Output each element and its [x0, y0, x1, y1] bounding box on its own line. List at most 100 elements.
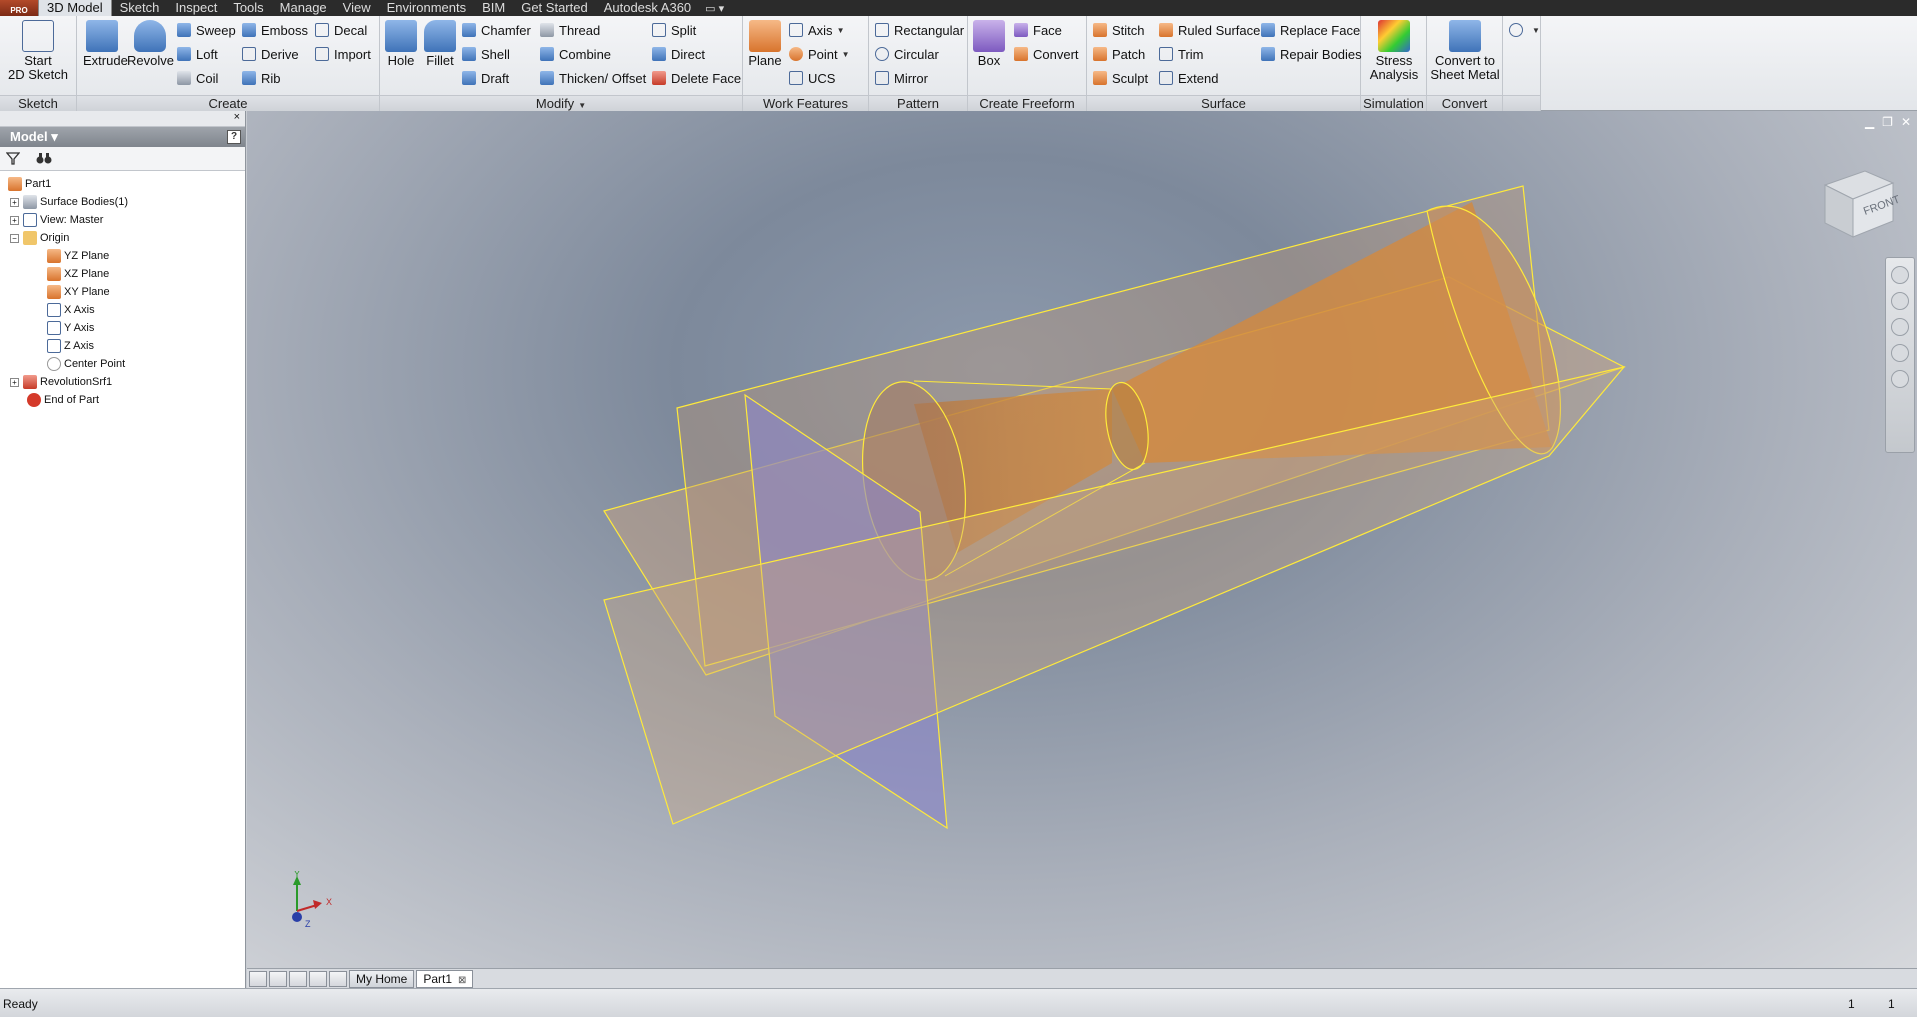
box-button[interactable]: Box	[972, 20, 1006, 68]
split-button[interactable]: Split	[652, 20, 696, 40]
find-binoculars-icon[interactable]	[36, 152, 52, 165]
browser-title-bar[interactable]: Model ▾ ?	[0, 127, 245, 147]
hole-button[interactable]: Hole	[384, 20, 418, 68]
delete-face-button[interactable]: Delete Face	[652, 68, 741, 88]
work-axis-icon	[47, 339, 61, 353]
tile-windows-icon[interactable]	[249, 970, 267, 987]
thicken-offset-button[interactable]: Thicken/ Offset	[540, 68, 646, 88]
convert-to-sheet-metal-button[interactable]: Convert to Sheet Metal	[1430, 20, 1500, 82]
thread-icon	[540, 23, 554, 37]
combine-button[interactable]: Combine	[540, 44, 611, 64]
tab-environments[interactable]: Environments	[379, 0, 474, 16]
minimize-icon[interactable]: ▁	[1865, 115, 1874, 129]
expand-icon[interactable]: +	[10, 215, 19, 225]
extrude-button[interactable]: Extrude	[83, 20, 128, 68]
tree-node-end-of-part[interactable]: End of Part	[0, 391, 245, 409]
import-button[interactable]: Import	[315, 44, 371, 64]
tab-manage[interactable]: Manage	[272, 0, 335, 16]
orbit-icon[interactable]	[1891, 344, 1909, 362]
tab-my-home[interactable]: My Home	[349, 969, 415, 988]
tree-node-z-axis[interactable]: Z Axis	[0, 337, 245, 355]
thread-button[interactable]: Thread	[540, 20, 600, 40]
trim-button[interactable]: Trim	[1159, 44, 1204, 64]
axis-button[interactable]: Axis ▼	[789, 20, 844, 40]
draft-button[interactable]: Draft	[462, 68, 509, 88]
shell-button[interactable]: Shell	[462, 44, 510, 64]
tree-node-view-master[interactable]: + View: Master	[0, 211, 245, 229]
tab-view[interactable]: View	[335, 0, 379, 16]
ucs-button[interactable]: UCS	[789, 68, 835, 88]
browser-close-icon[interactable]: ×	[234, 111, 240, 123]
fillet-button[interactable]: Fillet	[422, 20, 458, 68]
plane-button[interactable]: Plane	[747, 20, 783, 68]
chamfer-button[interactable]: Chamfer	[462, 20, 531, 40]
patch-button[interactable]: Patch	[1093, 44, 1145, 64]
tree-node-surface-bodies[interactable]: + Surface Bodies(1)	[0, 193, 245, 211]
tree-node-yz-plane[interactable]: YZ Plane	[0, 247, 245, 265]
sculpt-button[interactable]: Sculpt	[1093, 68, 1148, 88]
tree-node-center-point[interactable]: Center Point	[0, 355, 245, 373]
emboss-button[interactable]: Emboss	[242, 20, 308, 40]
tree-node-y-axis[interactable]: Y Axis	[0, 319, 245, 337]
freeform-face-button[interactable]: Face	[1014, 20, 1062, 40]
direct-button[interactable]: Direct	[652, 44, 705, 64]
tab-tools[interactable]: Tools	[225, 0, 271, 16]
stress-analysis-button[interactable]: Stress Analysis	[1364, 20, 1424, 82]
tab-sketch[interactable]: Sketch	[112, 0, 168, 16]
work-axis-icon	[47, 303, 61, 317]
circular-pattern-button[interactable]: Circular	[875, 44, 939, 64]
expand-icon[interactable]: +	[10, 197, 19, 207]
expand-icon[interactable]: +	[10, 377, 19, 387]
browser-help-icon[interactable]: ?	[227, 130, 241, 144]
graphics-viewport[interactable]: ▁ ❐ ✕ FRONT Y X Z	[247, 111, 1917, 968]
look-at-icon[interactable]	[1891, 370, 1909, 388]
tree-node-part1[interactable]: Part1	[0, 175, 245, 193]
revolve-button[interactable]: Revolve	[127, 20, 174, 68]
tab-autodesk-a360[interactable]: Autodesk A360	[596, 0, 699, 16]
rectangular-pattern-button[interactable]: Rectangular	[875, 20, 964, 40]
tree-node-origin[interactable]: − Origin	[0, 229, 245, 247]
tree-node-revolution-srf1[interactable]: + RevolutionSrf1	[0, 373, 245, 391]
coil-button[interactable]: Coil	[177, 68, 218, 88]
filter-icon[interactable]	[6, 152, 20, 165]
tile-grid-icon[interactable]	[269, 970, 287, 987]
tile-horizontal-icon[interactable]	[289, 970, 307, 987]
tab-inspect[interactable]: Inspect	[167, 0, 225, 16]
tab-get-started[interactable]: Get Started	[513, 0, 595, 16]
rib-button[interactable]: Rib	[242, 68, 281, 88]
tab-3d-model[interactable]: 3D Model	[38, 0, 112, 16]
point-button[interactable]: Point ▼	[789, 44, 850, 64]
tab-bim[interactable]: BIM	[474, 0, 513, 16]
tree-node-xy-plane[interactable]: XY Plane	[0, 283, 245, 301]
close-icon[interactable]: ✕	[1901, 115, 1911, 129]
ribbon-options-icon[interactable]: ▭ ▾	[699, 2, 730, 15]
zoom-icon[interactable]	[1891, 318, 1909, 336]
pan-icon[interactable]	[1891, 292, 1909, 310]
steering-wheel-icon[interactable]	[1891, 266, 1909, 284]
tree-node-x-axis[interactable]: X Axis	[0, 301, 245, 319]
restore-icon[interactable]: ❐	[1882, 115, 1893, 129]
tab-part1[interactable]: Part1 ⊠	[416, 969, 474, 988]
collapse-icon[interactable]: −	[10, 233, 19, 243]
sweep-button[interactable]: Sweep	[177, 20, 236, 40]
tree-node-xz-plane[interactable]: XZ Plane	[0, 265, 245, 283]
replace-face-button[interactable]: Replace Face	[1261, 20, 1360, 40]
tab-list-up-icon[interactable]	[329, 970, 347, 987]
ribbon-overflow-button[interactable]: ▼	[1509, 20, 1540, 40]
tile-vertical-icon[interactable]	[309, 970, 327, 987]
freeform-convert-button[interactable]: Convert	[1014, 44, 1079, 64]
mirror-button[interactable]: Mirror	[875, 68, 928, 88]
repair-bodies-button[interactable]: Repair Bodies	[1261, 44, 1362, 64]
start-2d-sketch-button[interactable]: Start 2D Sketch	[6, 20, 70, 82]
viewcube[interactable]: FRONT	[1819, 161, 1899, 241]
ruled-surface-button[interactable]: Ruled Surface	[1159, 20, 1260, 40]
decal-button[interactable]: Decal	[315, 20, 367, 40]
close-tab-icon[interactable]: ⊠	[458, 975, 466, 986]
loft-button[interactable]: Loft	[177, 44, 218, 64]
application-menu-button[interactable]: PRO	[0, 0, 38, 16]
panel-label-modify[interactable]: Modify ▼	[380, 95, 742, 111]
derive-button[interactable]: Derive	[242, 44, 299, 64]
stitch-button[interactable]: Stitch	[1093, 20, 1145, 40]
sheet-metal-icon	[1449, 20, 1481, 52]
extend-button[interactable]: Extend	[1159, 68, 1218, 88]
